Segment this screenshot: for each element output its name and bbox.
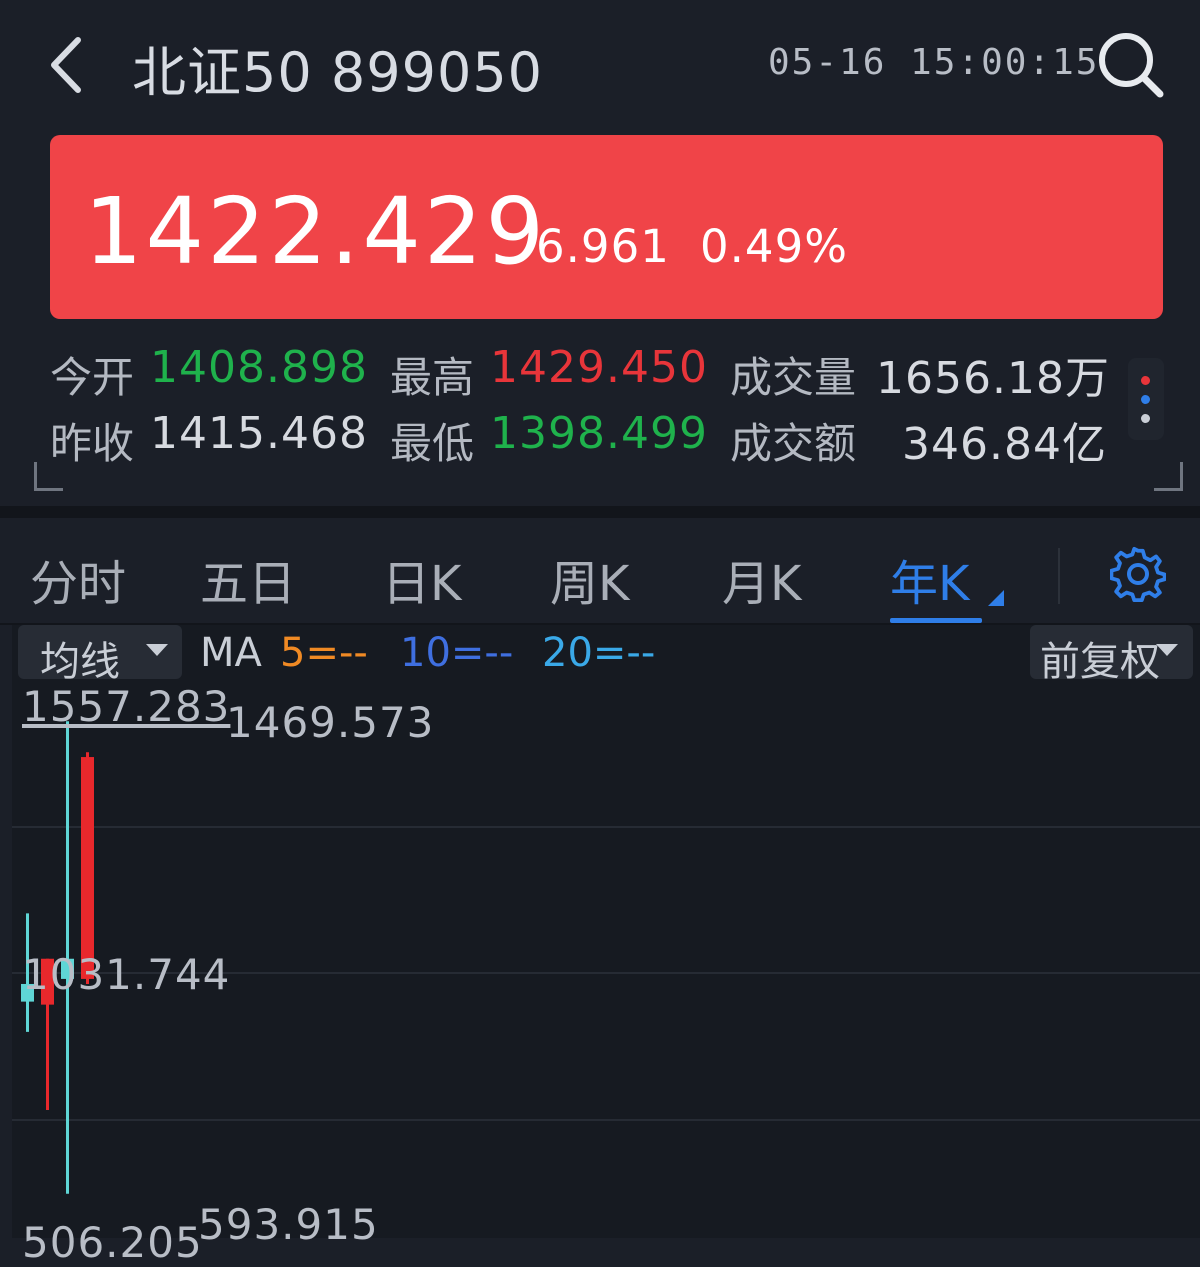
axis-bottom-label: 506.205 [22,1218,203,1267]
adjust-label: 前复权 [1040,639,1160,685]
kline-chart-svg [12,721,1200,1194]
ma10-value: 10=-- [400,630,514,676]
min-price-marker: 593.915 [198,1200,379,1249]
axis-mid-label: 1031.744 [22,950,231,999]
ma-dropdown-label: 均线 [40,639,120,685]
candle-body [81,757,94,979]
caret-down-icon [1156,644,1178,656]
axis-top-label: 1557.283 [22,682,231,731]
ma20-value: 20=-- [542,630,656,676]
caret-down-icon [146,644,168,656]
ma-label: MA [200,630,262,676]
max-price-marker: 1469.573 [226,698,435,747]
ma5-value: 5=-- [280,630,368,676]
